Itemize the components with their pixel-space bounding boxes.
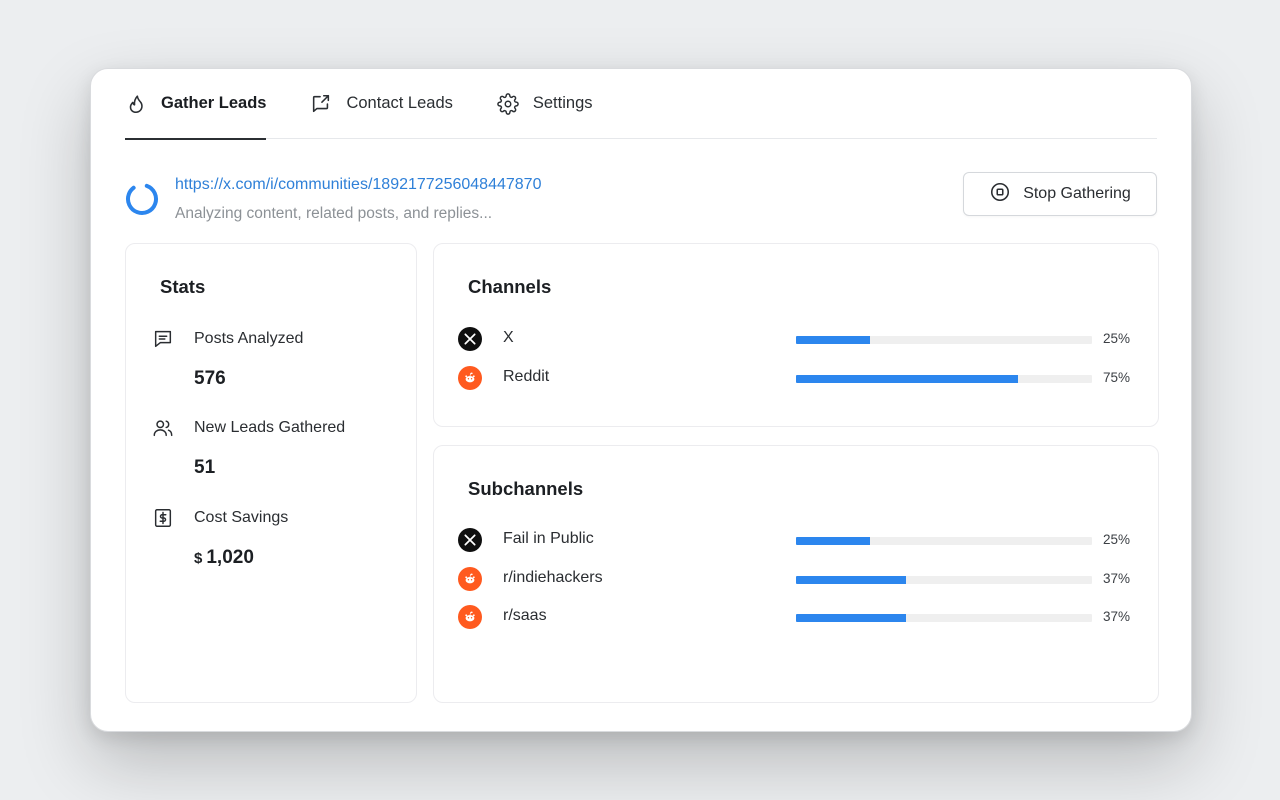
progress-fill [796, 537, 870, 545]
progress-bar [796, 537, 1092, 545]
stats-card: Stats Posts Analyzed 576 New Leads Gathe… [125, 243, 417, 703]
channel-row-reddit: Reddit 75% [458, 365, 1134, 391]
progress-bar [796, 576, 1092, 584]
progress-bar [796, 375, 1092, 383]
stat-value: $1,020 [194, 547, 254, 569]
subchannels-title: Subchannels [468, 478, 584, 499]
app-window: Gather Leads Contact Leads Settings http… [90, 68, 1192, 732]
stop-circle-icon [989, 181, 1011, 208]
stat-value: 51 [194, 457, 216, 478]
channels-card: Channels X 25% Reddit 75% [433, 243, 1159, 427]
channel-row-x: X 25% [458, 326, 1134, 352]
status-message: Analyzing content, related posts, and re… [175, 205, 493, 222]
stats-title: Stats [160, 276, 206, 297]
subchannel-row: Fail in Public 25% [458, 527, 1134, 553]
subchannel-name: Fail in Public [503, 530, 594, 547]
tab-bar: Gather Leads Contact Leads Settings [125, 69, 1157, 140]
subchannel-name: r/indiehackers [503, 569, 603, 586]
users-icon [153, 420, 173, 437]
tab-label: Gather Leads [161, 94, 267, 112]
subchannel-row: r/indiehackers 37% [458, 566, 1134, 592]
progress-fill [796, 576, 906, 584]
stop-gathering-button[interactable]: Stop Gathering [963, 172, 1157, 216]
dollar-icon [154, 509, 172, 527]
percent-label: 75% [1103, 370, 1131, 385]
tab-settings[interactable]: Settings [497, 69, 593, 139]
percent-label: 37% [1103, 609, 1131, 624]
subchannel-name: r/saas [503, 607, 547, 624]
subchannel-row: r/saas 37% [458, 604, 1134, 630]
stat-label: New Leads Gathered [194, 419, 346, 436]
x-logo-icon [458, 528, 482, 552]
progress-bar [796, 336, 1092, 344]
stat-label: Cost Savings [194, 509, 289, 526]
tab-label: Settings [532, 94, 593, 112]
progress-fill [796, 614, 906, 622]
message-icon [154, 330, 172, 348]
stat-cost-savings: Cost Savings $1,020 [152, 507, 402, 577]
progress-fill [796, 375, 1018, 383]
x-logo-icon [458, 327, 482, 351]
subchannels-card: Subchannels Fail in Public 25% r/indieha… [433, 445, 1159, 703]
percent-label: 25% [1103, 532, 1131, 547]
tab-label: Contact Leads [346, 94, 453, 112]
channel-name: X [503, 329, 514, 346]
progress-bar [796, 614, 1092, 622]
stat-new-leads: New Leads Gathered 51 [152, 417, 402, 487]
source-url-link[interactable]: https://x.com/i/communities/189217725604… [175, 176, 541, 194]
loading-spinner-icon [126, 183, 158, 215]
flame-icon [125, 93, 147, 115]
percent-label: 37% [1103, 571, 1131, 586]
currency-symbol: $ [194, 550, 203, 567]
tab-contact-leads[interactable]: Contact Leads [310, 69, 453, 139]
channels-title: Channels [468, 276, 552, 297]
reddit-logo-icon [458, 567, 482, 591]
tab-gather-leads[interactable]: Gather Leads [125, 69, 267, 140]
stat-value: 576 [194, 368, 226, 389]
share-icon [310, 93, 332, 115]
progress-fill [796, 336, 870, 344]
percent-label: 25% [1103, 331, 1131, 346]
gear-icon [497, 92, 519, 115]
stat-amount: 1,020 [206, 547, 254, 568]
reddit-logo-icon [458, 366, 482, 390]
reddit-logo-icon [458, 605, 482, 629]
stat-label: Posts Analyzed [194, 330, 304, 347]
stop-gathering-label: Stop Gathering [1023, 185, 1131, 202]
stat-posts-analyzed: Posts Analyzed 576 [152, 328, 402, 398]
gathering-status: https://x.com/i/communities/189217725604… [125, 173, 725, 223]
channel-name: Reddit [503, 368, 550, 385]
